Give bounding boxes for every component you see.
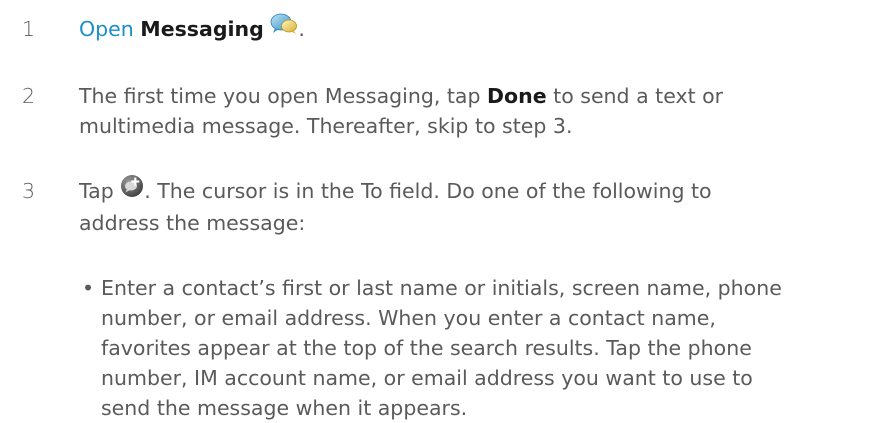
step-text: Open Messaging .: [79, 12, 839, 46]
step-text-post: . The cursor is in the To field. Do one …: [144, 179, 712, 203]
bullet-line: number, IM account name, or email addres…: [101, 366, 753, 390]
step-number: 1: [22, 17, 36, 41]
bullet-line: number, or email address. When you enter…: [101, 306, 716, 330]
step-number: 3: [22, 179, 36, 203]
messaging-icon: [270, 12, 298, 44]
step-text: The first time you open Messaging, tap D…: [79, 81, 839, 141]
bullet-line: send the message when it appears.: [101, 396, 468, 420]
bullet-line: favorites appear at the top of the searc…: [101, 336, 752, 360]
bullet-dot: •: [82, 276, 95, 300]
step-number: 2: [22, 84, 36, 108]
step-text-pre: Tap: [79, 179, 114, 203]
app-name: Messaging: [140, 17, 264, 41]
step-line: Tap . The cursor is in the To field. Do …: [79, 174, 839, 208]
open-link[interactable]: Open: [79, 17, 134, 41]
step-line: The first time you open Messaging, tap D…: [79, 81, 839, 111]
step-text: Tap . The cursor is in the To field. Do …: [79, 174, 839, 238]
bullet-line: Enter a contact’s first or last name or …: [101, 276, 782, 300]
done-label: Done: [487, 84, 547, 108]
trailing-period: .: [298, 17, 305, 41]
bullet-text: Enter a contact’s first or last name or …: [101, 273, 851, 423]
step-line: address the message:: [79, 211, 306, 235]
step-line: multimedia message. Thereafter, skip to …: [79, 114, 573, 138]
new-message-icon: [120, 174, 144, 206]
step-text-pre: The first time you open Messaging, tap: [79, 84, 481, 108]
step-text-post: to send a text or: [553, 84, 724, 108]
